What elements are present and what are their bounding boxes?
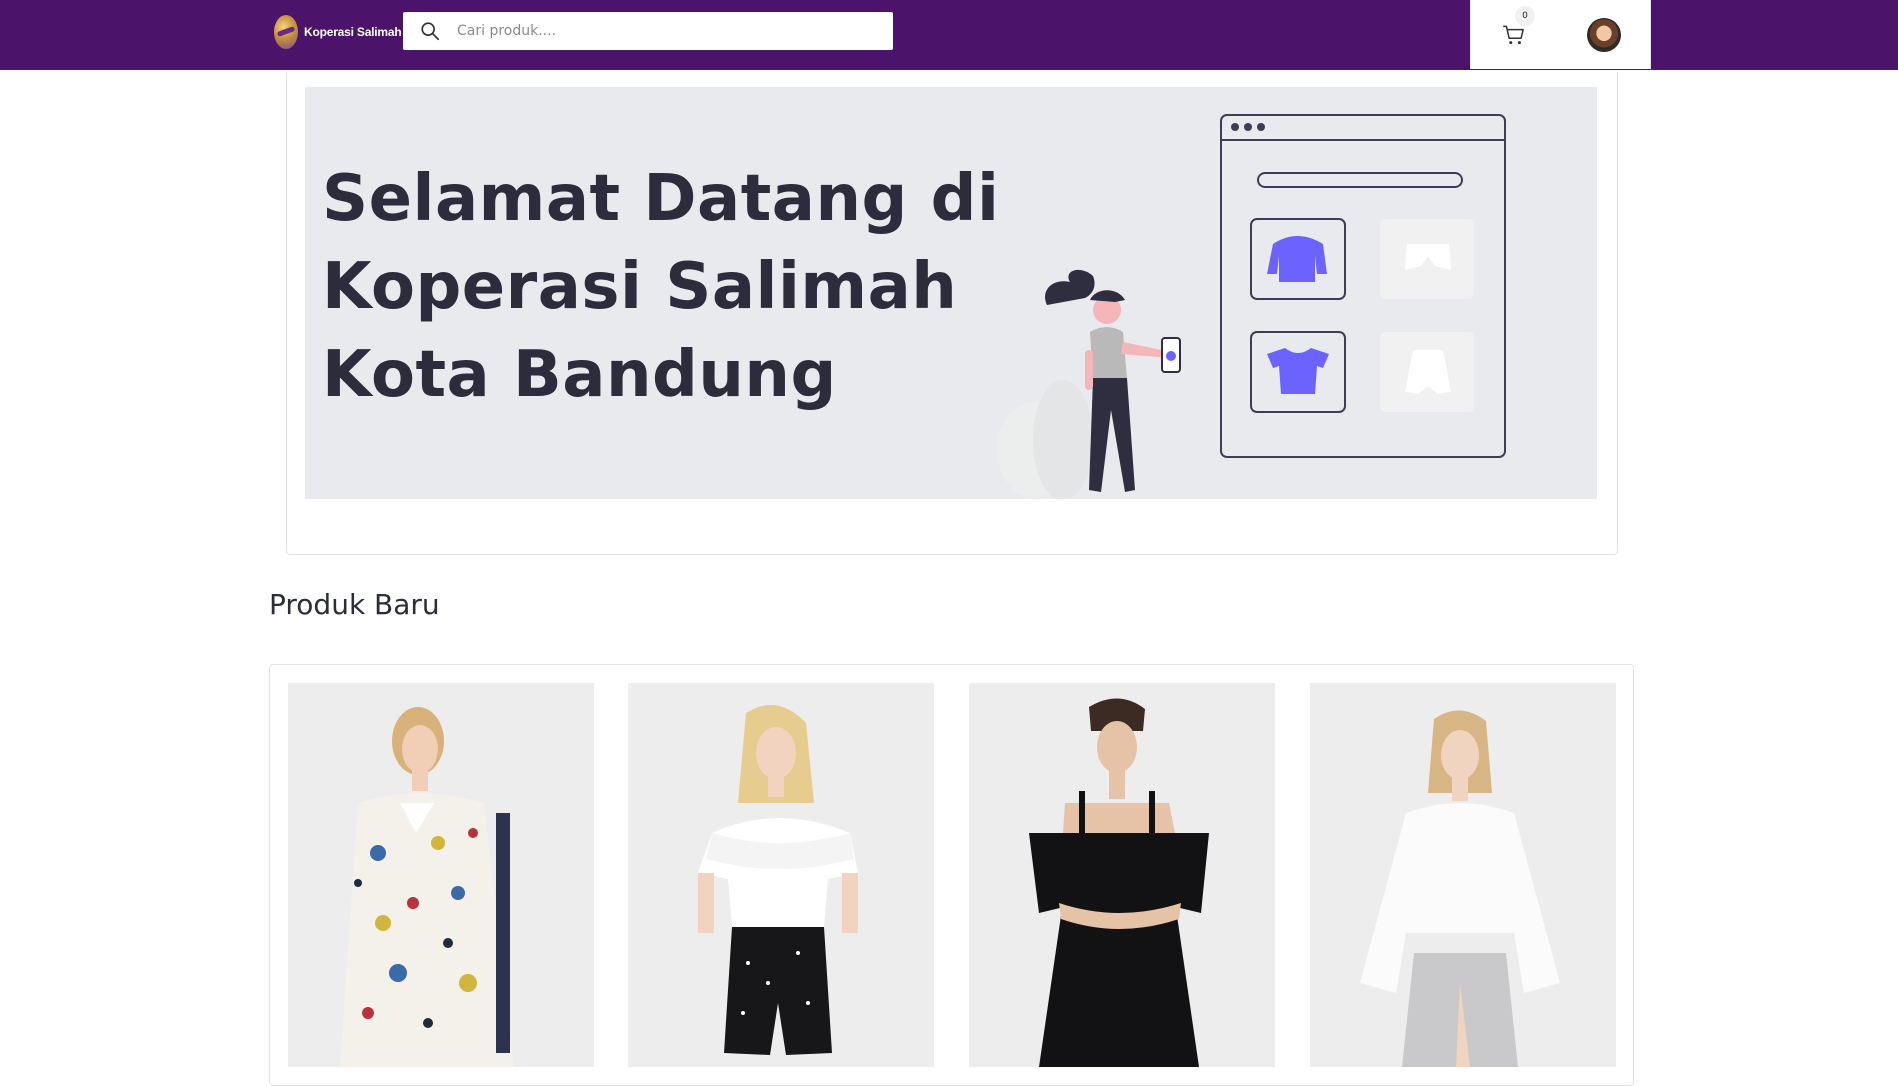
decor-plant-shape xyxy=(1033,380,1093,499)
online-shopping-illustration xyxy=(997,114,1506,499)
phone-icon xyxy=(1161,337,1181,373)
search-icon[interactable] xyxy=(419,20,441,42)
hero-title-line: Selamat Datang di xyxy=(322,162,1000,236)
product-card[interactable] xyxy=(288,683,594,1067)
cart-count-badge: 0 xyxy=(1515,6,1535,26)
top-navbar: Koperasi Salimah 0 xyxy=(0,0,1898,70)
search-bar xyxy=(403,12,893,50)
product-card[interactable] xyxy=(628,683,934,1067)
section-title-new-products: Produk Baru xyxy=(269,588,440,621)
product-image-floral-blazer xyxy=(288,683,594,1067)
product-image-ruffle-top-shorts xyxy=(628,683,934,1067)
browser-window-illustration xyxy=(1220,114,1506,458)
hero-title: Selamat Datang di Koperasi Salimah Kota … xyxy=(322,155,1022,419)
hero-title-line: Koperasi Salimah xyxy=(322,250,958,324)
hero-title-line: Kota Bandung xyxy=(322,338,837,412)
brand-name: Koperasi Salimah xyxy=(304,25,402,39)
product-card[interactable] xyxy=(969,683,1275,1067)
avatar xyxy=(1586,17,1621,52)
brand-logo-link[interactable]: Koperasi Salimah xyxy=(274,12,402,52)
product-image-white-blouse xyxy=(1310,683,1616,1067)
product-image-black-dress xyxy=(969,683,1275,1067)
profile-button[interactable] xyxy=(1557,0,1651,69)
search-input[interactable] xyxy=(455,15,879,47)
product-card[interactable] xyxy=(1310,683,1616,1067)
brand-logo-icon xyxy=(274,15,298,49)
cart-button[interactable]: 0 xyxy=(1470,0,1558,69)
